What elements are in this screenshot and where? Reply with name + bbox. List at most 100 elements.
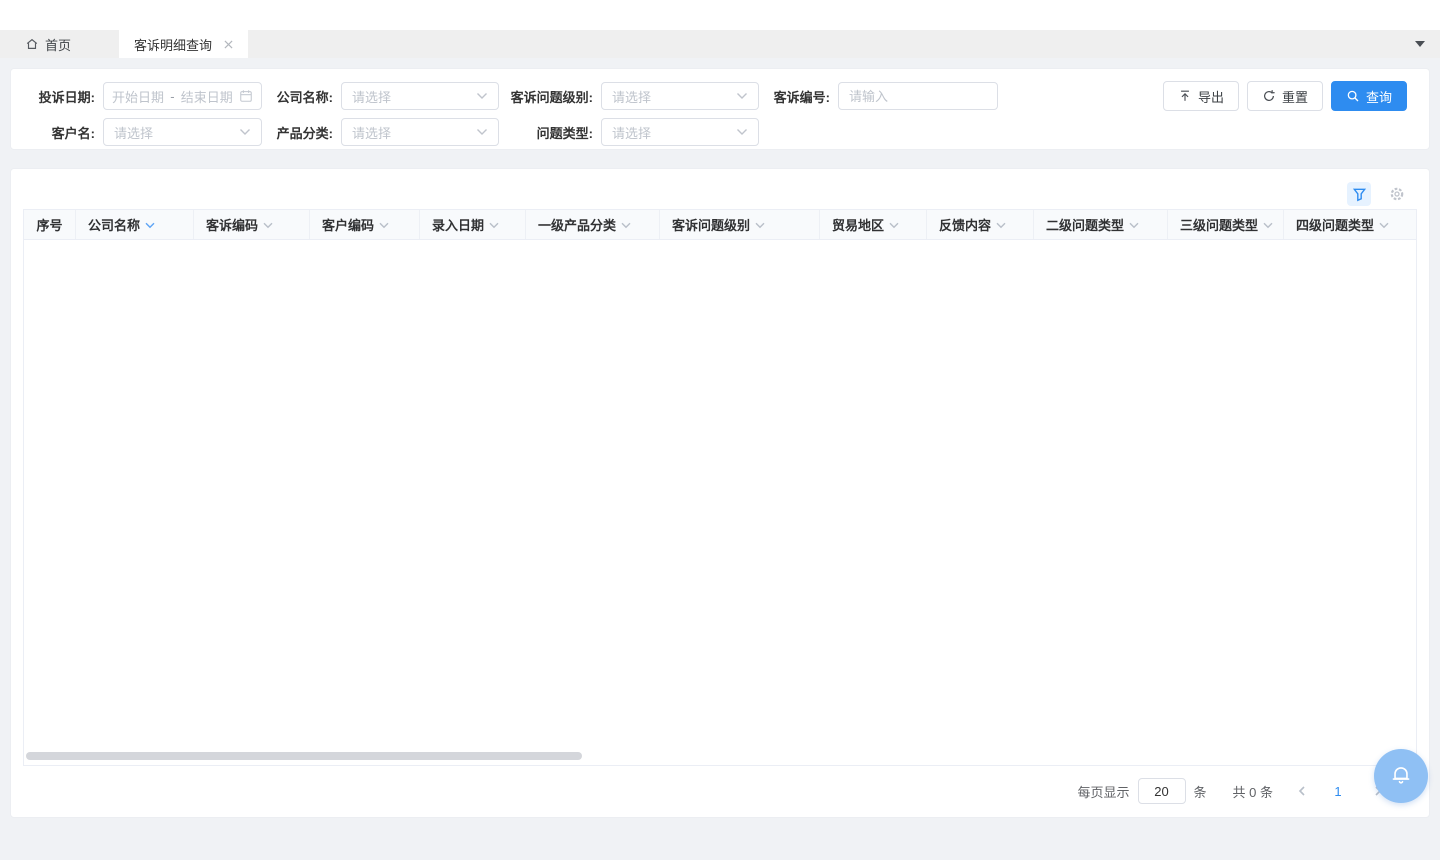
issue-type-label: 问题类型: [505, 123, 593, 142]
product-category-label: 产品分类: [269, 123, 333, 142]
sort-chevron-down-icon [1263, 217, 1273, 232]
reset-button[interactable]: 重置 [1247, 81, 1323, 111]
filter-icon[interactable] [1347, 182, 1371, 206]
issue-type-placeholder: 请选择 [612, 123, 651, 142]
col-issue-type-l2[interactable]: 二级问题类型 [1034, 210, 1168, 239]
reset-button-label: 重置 [1282, 87, 1308, 106]
export-button[interactable]: 导出 [1163, 81, 1239, 111]
date-range-separator: - [170, 89, 174, 104]
col-customer-code-label: 客户编码 [322, 215, 374, 234]
issue-type-select[interactable]: 请选择 [601, 118, 759, 146]
chevron-down-icon [736, 128, 748, 136]
sort-chevron-down-icon [263, 217, 273, 232]
data-table: 序号 公司名称 客诉编码 客户编码 [23, 209, 1417, 766]
complaint-date-range-picker[interactable]: 开始日期 - 结束日期 [103, 82, 262, 110]
tab-active-label: 客诉明细查询 [134, 35, 212, 54]
table-header-row: 序号 公司名称 客诉编码 客户编码 [24, 210, 1416, 240]
chevron-down-icon [736, 92, 748, 100]
col-issue-type-l3[interactable]: 三级问题类型 [1168, 210, 1284, 239]
table-toolbar [23, 181, 1417, 207]
start-date-placeholder: 开始日期 [112, 87, 164, 106]
col-complaint-code[interactable]: 客诉编码 [194, 210, 310, 239]
tab-complaint-detail-query[interactable]: 客诉明细查询 [119, 30, 248, 58]
col-complaint-level[interactable]: 客诉问题级别 [660, 210, 820, 239]
product-category-select[interactable]: 请选择 [341, 118, 499, 146]
complaint-no-field [838, 82, 998, 110]
notification-bell-button[interactable] [1374, 749, 1428, 803]
col-feedback-content[interactable]: 反馈内容 [927, 210, 1034, 239]
col-entry-date[interactable]: 录入日期 [420, 210, 526, 239]
chevron-left-icon[interactable] [1291, 780, 1313, 802]
horizontal-scrollbar-thumb[interactable] [26, 752, 582, 760]
calendar-icon [239, 89, 253, 103]
page-content: 投诉日期: 开始日期 - 结束日期 公司名称: 请选择 [0, 58, 1440, 860]
end-date-placeholder: 结束日期 [181, 87, 233, 106]
close-icon[interactable] [224, 40, 233, 49]
col-customer-code[interactable]: 客户编码 [310, 210, 420, 239]
customer-name-select[interactable]: 请选择 [103, 118, 262, 146]
chevron-down-icon [239, 128, 251, 136]
window-top-strip [0, 0, 1440, 30]
company-name-label: 公司名称: [269, 87, 333, 106]
col-feedback-content-label: 反馈内容 [939, 215, 991, 234]
page-size-unit: 条 [1194, 782, 1207, 801]
page-size-label: 每页显示 [1078, 782, 1130, 801]
home-icon [25, 37, 39, 51]
col-product-category-l1-label: 一级产品分类 [538, 215, 616, 234]
col-company-name-label: 公司名称 [88, 215, 140, 234]
chevron-down-icon [476, 128, 488, 136]
export-icon [1178, 89, 1192, 103]
tab-home-label: 首页 [45, 35, 71, 54]
complaint-no-label: 客诉编号: [766, 87, 830, 106]
col-issue-type-l2-label: 二级问题类型 [1046, 215, 1124, 234]
sort-chevron-down-icon [379, 217, 389, 232]
col-complaint-code-label: 客诉编码 [206, 215, 258, 234]
sort-chevron-down-icon [1379, 217, 1389, 232]
customer-name-placeholder: 请选择 [114, 123, 153, 142]
page-size-input[interactable] [1138, 778, 1186, 804]
search-button-label: 查询 [1366, 87, 1392, 106]
tab-bar: 首页 客诉明细查询 [0, 30, 1440, 58]
sort-chevron-down-icon [889, 217, 899, 232]
complaint-date-label: 投诉日期: [33, 87, 95, 106]
page-number[interactable]: 1 [1327, 784, 1349, 799]
col-product-category-l1[interactable]: 一级产品分类 [526, 210, 660, 239]
col-issue-type-l4-label: 四级问题类型 [1296, 215, 1374, 234]
sort-chevron-down-icon [489, 217, 499, 232]
col-trade-area[interactable]: 贸易地区 [820, 210, 927, 239]
product-category-placeholder: 请选择 [352, 123, 391, 142]
complaint-level-select[interactable]: 请选择 [601, 82, 759, 110]
chevron-down-icon [476, 92, 488, 100]
col-entry-date-label: 录入日期 [432, 215, 484, 234]
sort-chevron-down-icon [1129, 217, 1139, 232]
col-seq-label: 序号 [36, 215, 62, 234]
bell-icon [1388, 763, 1414, 789]
filter-row-2: 客户名: 请选择 产品分类: 请选择 问题类型: 请选择 [33, 118, 1407, 146]
reset-icon [1262, 89, 1276, 103]
col-issue-type-l4[interactable]: 四级问题类型 [1284, 210, 1424, 239]
col-trade-area-label: 贸易地区 [832, 215, 884, 234]
sort-chevron-down-icon [996, 217, 1006, 232]
sort-chevron-down-icon [755, 217, 765, 232]
complaint-no-input[interactable] [839, 83, 997, 109]
results-panel: 序号 公司名称 客诉编码 客户编码 [10, 168, 1430, 818]
total-count-label: 共 0 条 [1233, 782, 1273, 801]
sort-chevron-down-icon [621, 217, 631, 232]
col-seq: 序号 [24, 210, 76, 239]
sort-chevron-down-icon [145, 217, 155, 232]
company-name-placeholder: 请选择 [352, 87, 391, 106]
filter-actions: 导出 重置 查询 [1155, 81, 1407, 111]
company-name-select[interactable]: 请选择 [341, 82, 499, 110]
pagination: 每页显示 条 共 0 条 1 [23, 778, 1417, 804]
filter-panel: 投诉日期: 开始日期 - 结束日期 公司名称: 请选择 [10, 68, 1430, 150]
customer-name-label: 客户名: [33, 123, 95, 142]
tab-home[interactable]: 首页 [0, 30, 89, 58]
search-button[interactable]: 查询 [1331, 81, 1407, 111]
complaint-level-placeholder: 请选择 [612, 87, 651, 106]
export-button-label: 导出 [1198, 87, 1224, 106]
col-company-name[interactable]: 公司名称 [76, 210, 194, 239]
gear-icon[interactable] [1385, 182, 1409, 206]
tab-list-caret-down-icon[interactable] [1415, 41, 1425, 47]
col-issue-type-l3-label: 三级问题类型 [1180, 215, 1258, 234]
complaint-level-label: 客诉问题级别: [505, 87, 593, 106]
